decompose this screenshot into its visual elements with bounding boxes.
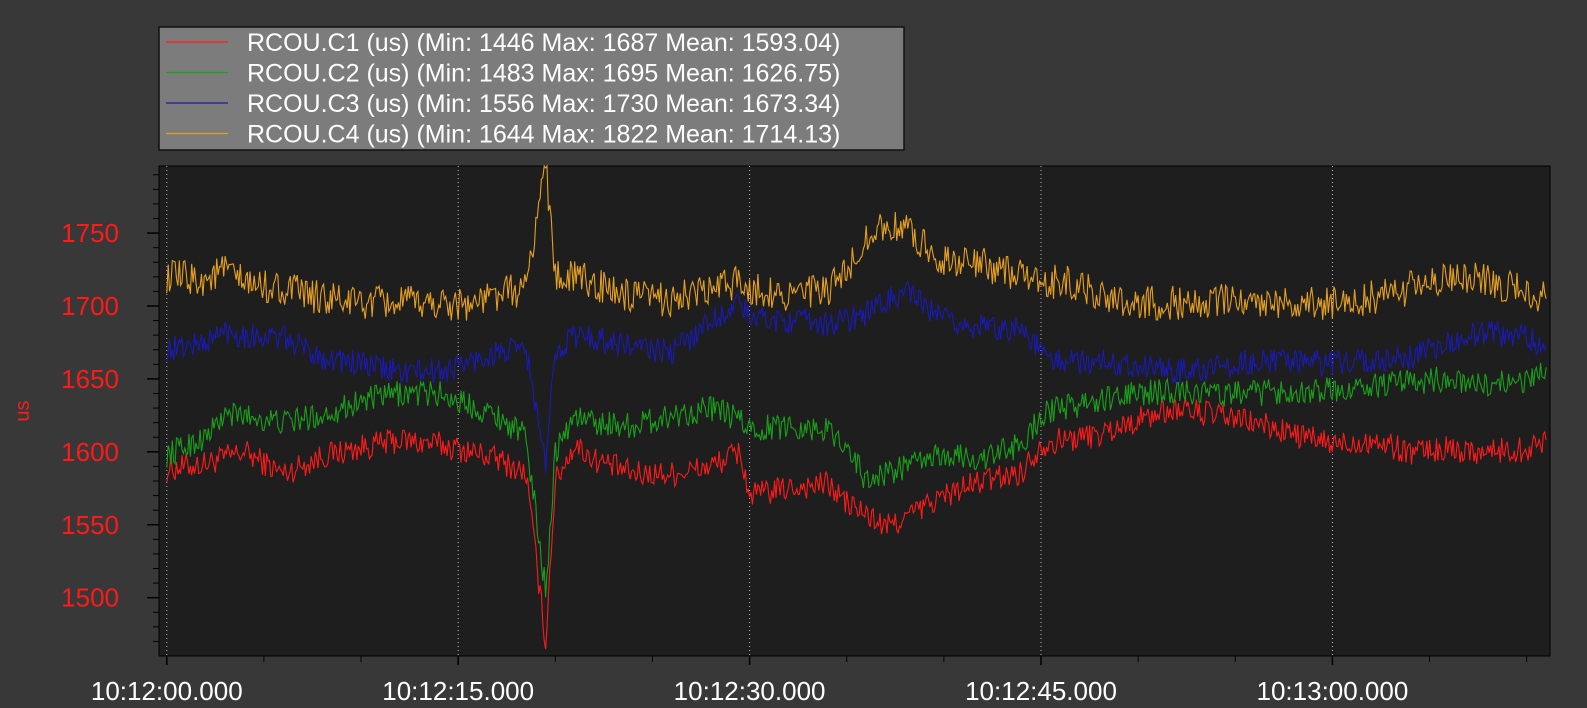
y-axis-label: us [12,400,34,421]
x-tick-label: 10:12:00.000 [91,676,243,706]
y-tick-label: 1550 [61,510,119,540]
chart-svg: us 10:12:00.000 10:12:15.000 10:12:30.000 1… [0,0,1587,708]
legend-label-c2: RCOU.C2 (us) (Min: 1483 Max: 1695 Mean: … [247,60,840,88]
legend-label-c3: RCOU.C3 (us) (Min: 1556 Max: 1730 Mean: … [247,90,840,118]
plot-area [158,165,1551,657]
chart: us 10:12:00.000 10:12:15.000 10:12:30.000 1… [0,0,1587,708]
legend-label-c4: RCOU.C4 (us) (Min: 1644 Max: 1822 Mean: … [247,121,840,149]
x-tick-label: 10:12:30.000 [674,676,826,706]
legend-label-c1: RCOU.C1 (us) (Min: 1446 Max: 1687 Mean: … [247,29,840,57]
legend[interactable]: RCOU.C1 (us) (Min: 1446 Max: 1687 Mean: … [158,26,905,151]
y-tick-label: 1700 [61,291,119,321]
y-tick-label: 1750 [61,218,119,248]
x-tick-label: 10:12:15.000 [382,676,534,706]
x-tick-label: 10:13:00.000 [1257,676,1409,706]
y-tick-label: 1600 [61,437,119,467]
y-tick-label: 1500 [61,583,119,613]
y-tick-label: 1650 [61,364,119,394]
x-tick-label: 10:12:45.000 [965,676,1117,706]
